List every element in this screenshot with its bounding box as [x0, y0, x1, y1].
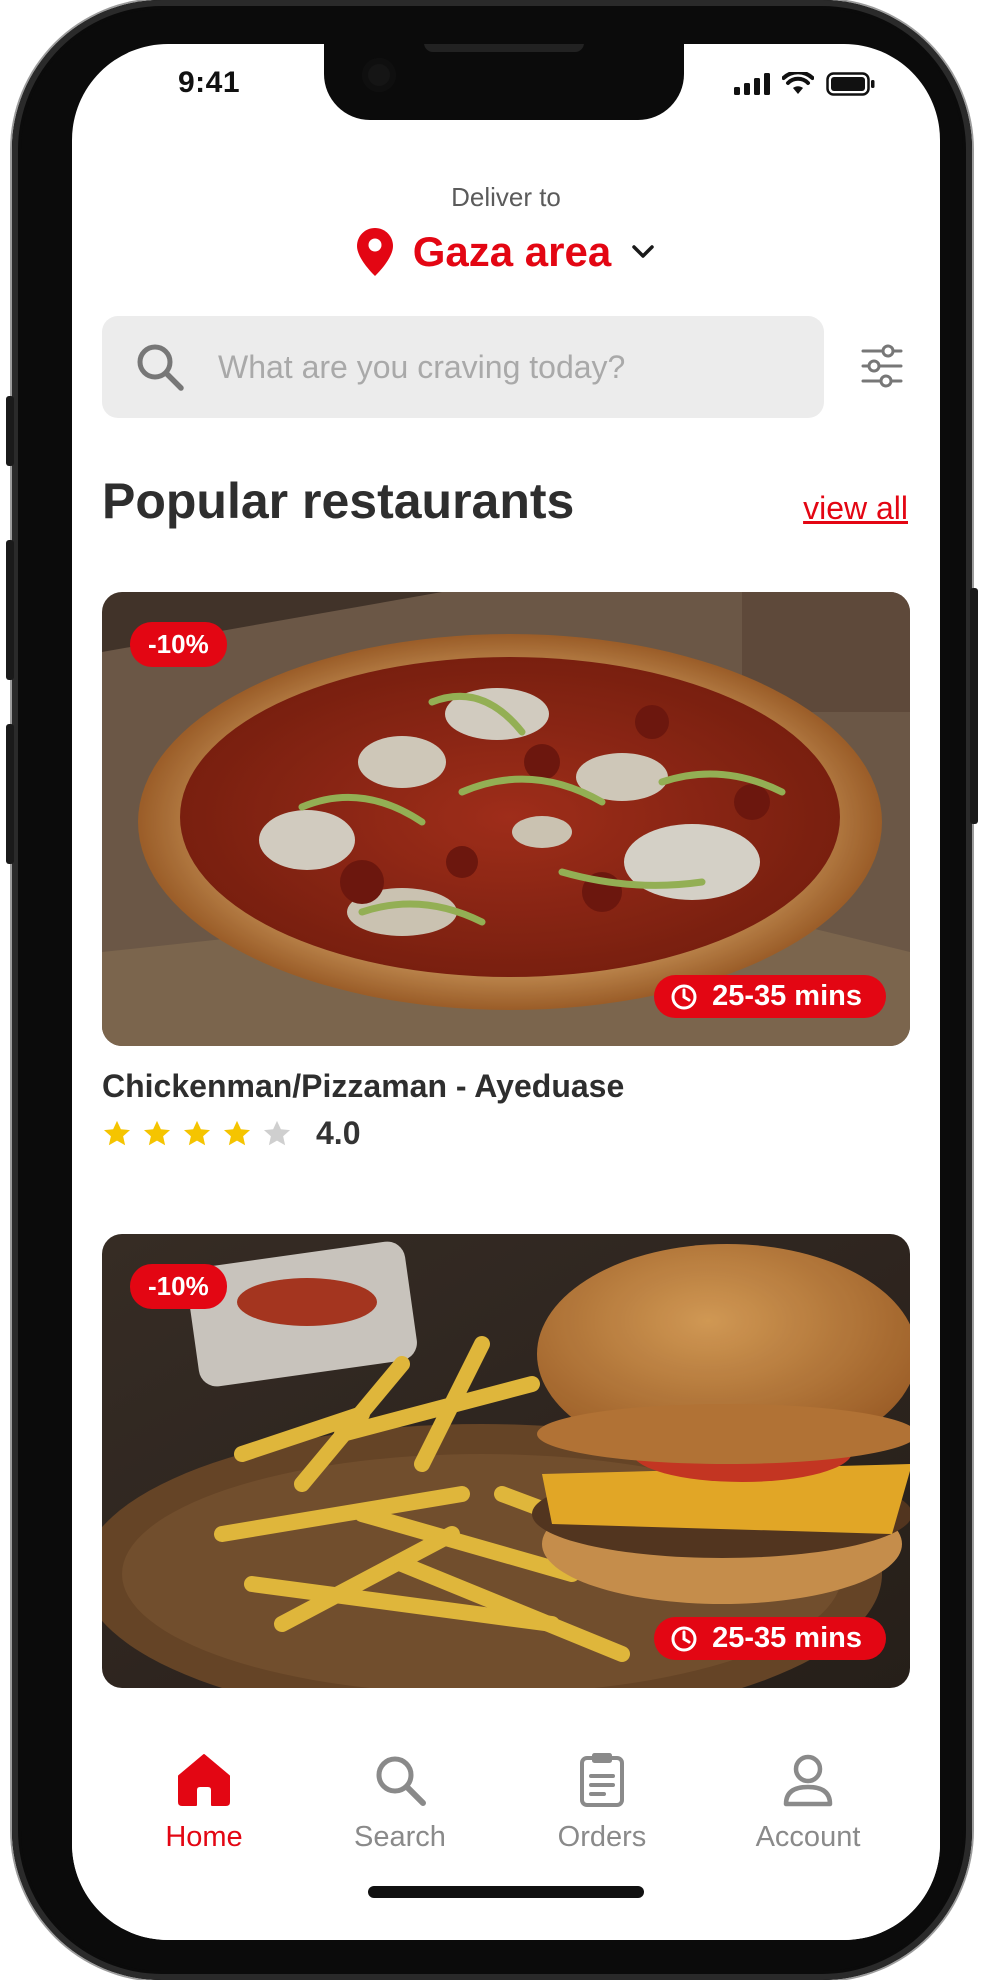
nav-orders-label: Orders [557, 1821, 647, 1853]
delivery-time-text: 25-35 mins [712, 980, 862, 1012]
nav-home-label: Home [165, 1821, 243, 1853]
nav-search[interactable]: Search [300, 1752, 500, 1854]
restaurant-card[interactable]: -10% 25-35 mins [102, 1234, 910, 1688]
star-icon [144, 1120, 170, 1145]
section-title: Popular restaurants [102, 473, 575, 529]
location-selector[interactable]: Gaza area [72, 228, 940, 276]
deliver-to-label: Deliver to [451, 182, 561, 212]
user-icon [783, 1754, 833, 1807]
nav-orders[interactable]: Orders [502, 1752, 702, 1854]
front-camera [362, 58, 396, 92]
search-input[interactable] [216, 347, 736, 387]
phone-frame: 9:41 Deliver to Gaza area What are you c… [6, 0, 978, 1980]
rating-row: 4.0 [102, 1115, 910, 1152]
star-empty-icon [264, 1120, 290, 1145]
search-icon [137, 344, 184, 391]
battery-icon [826, 72, 875, 96]
home-icon [178, 1754, 230, 1806]
star-icon [104, 1120, 130, 1145]
location-pin-icon [356, 228, 393, 276]
speaker-grille [424, 44, 584, 52]
volume-down-button [6, 724, 14, 864]
search-bar[interactable] [102, 316, 824, 418]
chevron-down-icon [632, 245, 654, 258]
restaurant-image[interactable]: -10% 25-35 mins [102, 1234, 910, 1688]
clipboard-icon [580, 1753, 624, 1807]
cellular-signal-icon [734, 73, 770, 95]
nav-search-label: Search [354, 1821, 446, 1853]
restaurant-name[interactable]: Chickenman/Pizzaman - Ayeduase [102, 1068, 910, 1105]
discount-badge: -10% [130, 1264, 227, 1309]
nav-home[interactable]: Home [104, 1752, 304, 1854]
discount-badge: -10% [130, 622, 227, 667]
delivery-time-badge: 25-35 mins [654, 1617, 886, 1660]
restaurant-card[interactable]: -10% 25-35 mins Chickenman/Pizzaman - Ay… [102, 592, 910, 1152]
notch [324, 44, 684, 120]
app-screen: 9:41 Deliver to Gaza area What are you c… [72, 44, 940, 1940]
nav-account[interactable]: Account [708, 1752, 908, 1854]
status-time: 9:41 [178, 66, 241, 99]
home-indicator [368, 1886, 644, 1898]
nav-account-label: Account [755, 1821, 861, 1853]
star-icon [184, 1120, 210, 1145]
view-all-link[interactable]: view all [803, 490, 908, 527]
rating-value: 4.0 [316, 1115, 361, 1151]
mute-switch [6, 396, 14, 466]
clock-icon [671, 1626, 697, 1651]
status-icons [734, 72, 876, 96]
search-icon [376, 1756, 426, 1806]
star-icon [224, 1120, 250, 1145]
restaurant-image[interactable]: -10% 25-35 mins [102, 592, 910, 1046]
clock-icon [671, 984, 697, 1009]
volume-up-button [6, 540, 14, 680]
location-name: Gaza area [412, 228, 612, 275]
star-rating [102, 1119, 292, 1149]
wifi-icon [782, 72, 814, 94]
delivery-time-badge: 25-35 mins [654, 975, 886, 1018]
delivery-time-text: 25-35 mins [712, 1622, 862, 1654]
bottom-nav: Home Search Orders Account [72, 1724, 940, 1940]
sliders-filter-icon [861, 344, 903, 388]
filter-button[interactable] [858, 342, 906, 390]
power-button [970, 588, 978, 824]
